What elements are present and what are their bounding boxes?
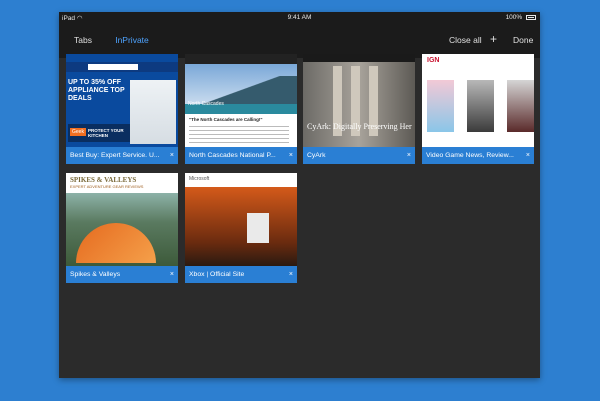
preview-tagline: EXPERT ADVENTURE GEAR REVIEWS: [70, 184, 144, 189]
tab-card-ign[interactable]: IGN Video Game News, Review... ×: [422, 54, 534, 164]
tab-title-bar: CyArk ×: [303, 147, 415, 164]
tab-card-spikes-valleys[interactable]: SPIKES & VALLEYS EXPERT ADVENTURE GEAR R…: [66, 173, 178, 283]
close-tab-icon[interactable]: ×: [170, 266, 174, 283]
battery-icon: [526, 15, 536, 20]
preview-search-field: [88, 64, 138, 70]
tab-preview: IGN: [422, 54, 534, 147]
battery-indicator: 100%: [506, 14, 536, 21]
tab-preview: North Cascades "The North Cascades are C…: [185, 54, 297, 147]
close-tab-icon[interactable]: ×: [170, 147, 174, 164]
tab-card-cyark[interactable]: CyArk: Digitally Preserving Her CyArk ×: [303, 54, 415, 164]
tab-title: Spikes & Valleys: [70, 271, 121, 278]
preview-promo: UP TO 35% OFF APPLIANCE TOP DEALS: [68, 79, 125, 102]
tab-switcher-toolbar: Tabs InPrivate Close all + Done: [59, 24, 540, 58]
tab-preview: UP TO 35% OFF APPLIANCE TOP DEALS Geek P…: [66, 54, 178, 147]
tab-title: Video Game News, Review...: [426, 152, 514, 159]
close-tab-icon[interactable]: ×: [289, 266, 293, 283]
status-bar: iPad ◠ 9:41 AM 100%: [59, 12, 540, 24]
tab-card-xbox[interactable]: Microsoft Xbox | Official Site ×: [185, 173, 297, 283]
close-tab-icon[interactable]: ×: [407, 147, 411, 164]
tab-card-north-cascades[interactable]: North Cascades "The North Cascades are C…: [185, 54, 297, 164]
preview-logo: IGN: [427, 57, 440, 64]
tab-title: Xbox | Official Site: [189, 271, 245, 278]
tab-tabs[interactable]: Tabs: [74, 35, 92, 45]
tab-preview: CyArk: Digitally Preserving Her: [303, 54, 415, 147]
tab-card-bestbuy[interactable]: UP TO 35% OFF APPLIANCE TOP DEALS Geek P…: [66, 54, 178, 164]
tab-title-bar: Best Buy: Expert Service. U... ×: [66, 147, 178, 164]
tab-title: North Cascades National P...: [189, 152, 276, 159]
tab-preview: Microsoft: [185, 173, 297, 266]
tab-title: CyArk: [307, 152, 326, 159]
clock: 9:41 AM: [287, 14, 312, 21]
preview-console-image: [247, 213, 269, 243]
tab-title: Best Buy: Expert Service. U...: [70, 152, 160, 159]
done-button[interactable]: Done: [513, 35, 533, 45]
preview-heading: "The North Cascades are Calling!": [189, 117, 263, 122]
ipad-screen: iPad ◠ 9:41 AM 100% Tabs InPrivate Close…: [59, 12, 540, 378]
close-all-button[interactable]: Close all: [449, 35, 482, 45]
tab-title-bar: Xbox | Official Site ×: [185, 266, 297, 283]
preview-overlay: North Cascades: [188, 101, 224, 107]
preview-geek-banner: Geek PROTECT YOUR KITCHEN: [68, 124, 130, 142]
tab-inprivate[interactable]: InPrivate: [107, 35, 157, 45]
new-tab-button[interactable]: +: [490, 32, 497, 46]
preview-brand: Microsoft: [189, 176, 210, 182]
tab-title-bar: North Cascades National P... ×: [185, 147, 297, 164]
preview-kitchen-image: [130, 80, 176, 144]
preview-brand: SPIKES & VALLEYS: [70, 176, 137, 184]
close-tab-icon[interactable]: ×: [289, 147, 293, 164]
tab-title-bar: Video Game News, Review... ×: [422, 147, 534, 164]
tab-title-bar: Spikes & Valleys ×: [66, 266, 178, 283]
tab-preview: SPIKES & VALLEYS EXPERT ADVENTURE GEAR R…: [66, 173, 178, 266]
close-tab-icon[interactable]: ×: [526, 147, 530, 164]
preview-headline: CyArk: Digitally Preserving Her: [307, 122, 412, 131]
